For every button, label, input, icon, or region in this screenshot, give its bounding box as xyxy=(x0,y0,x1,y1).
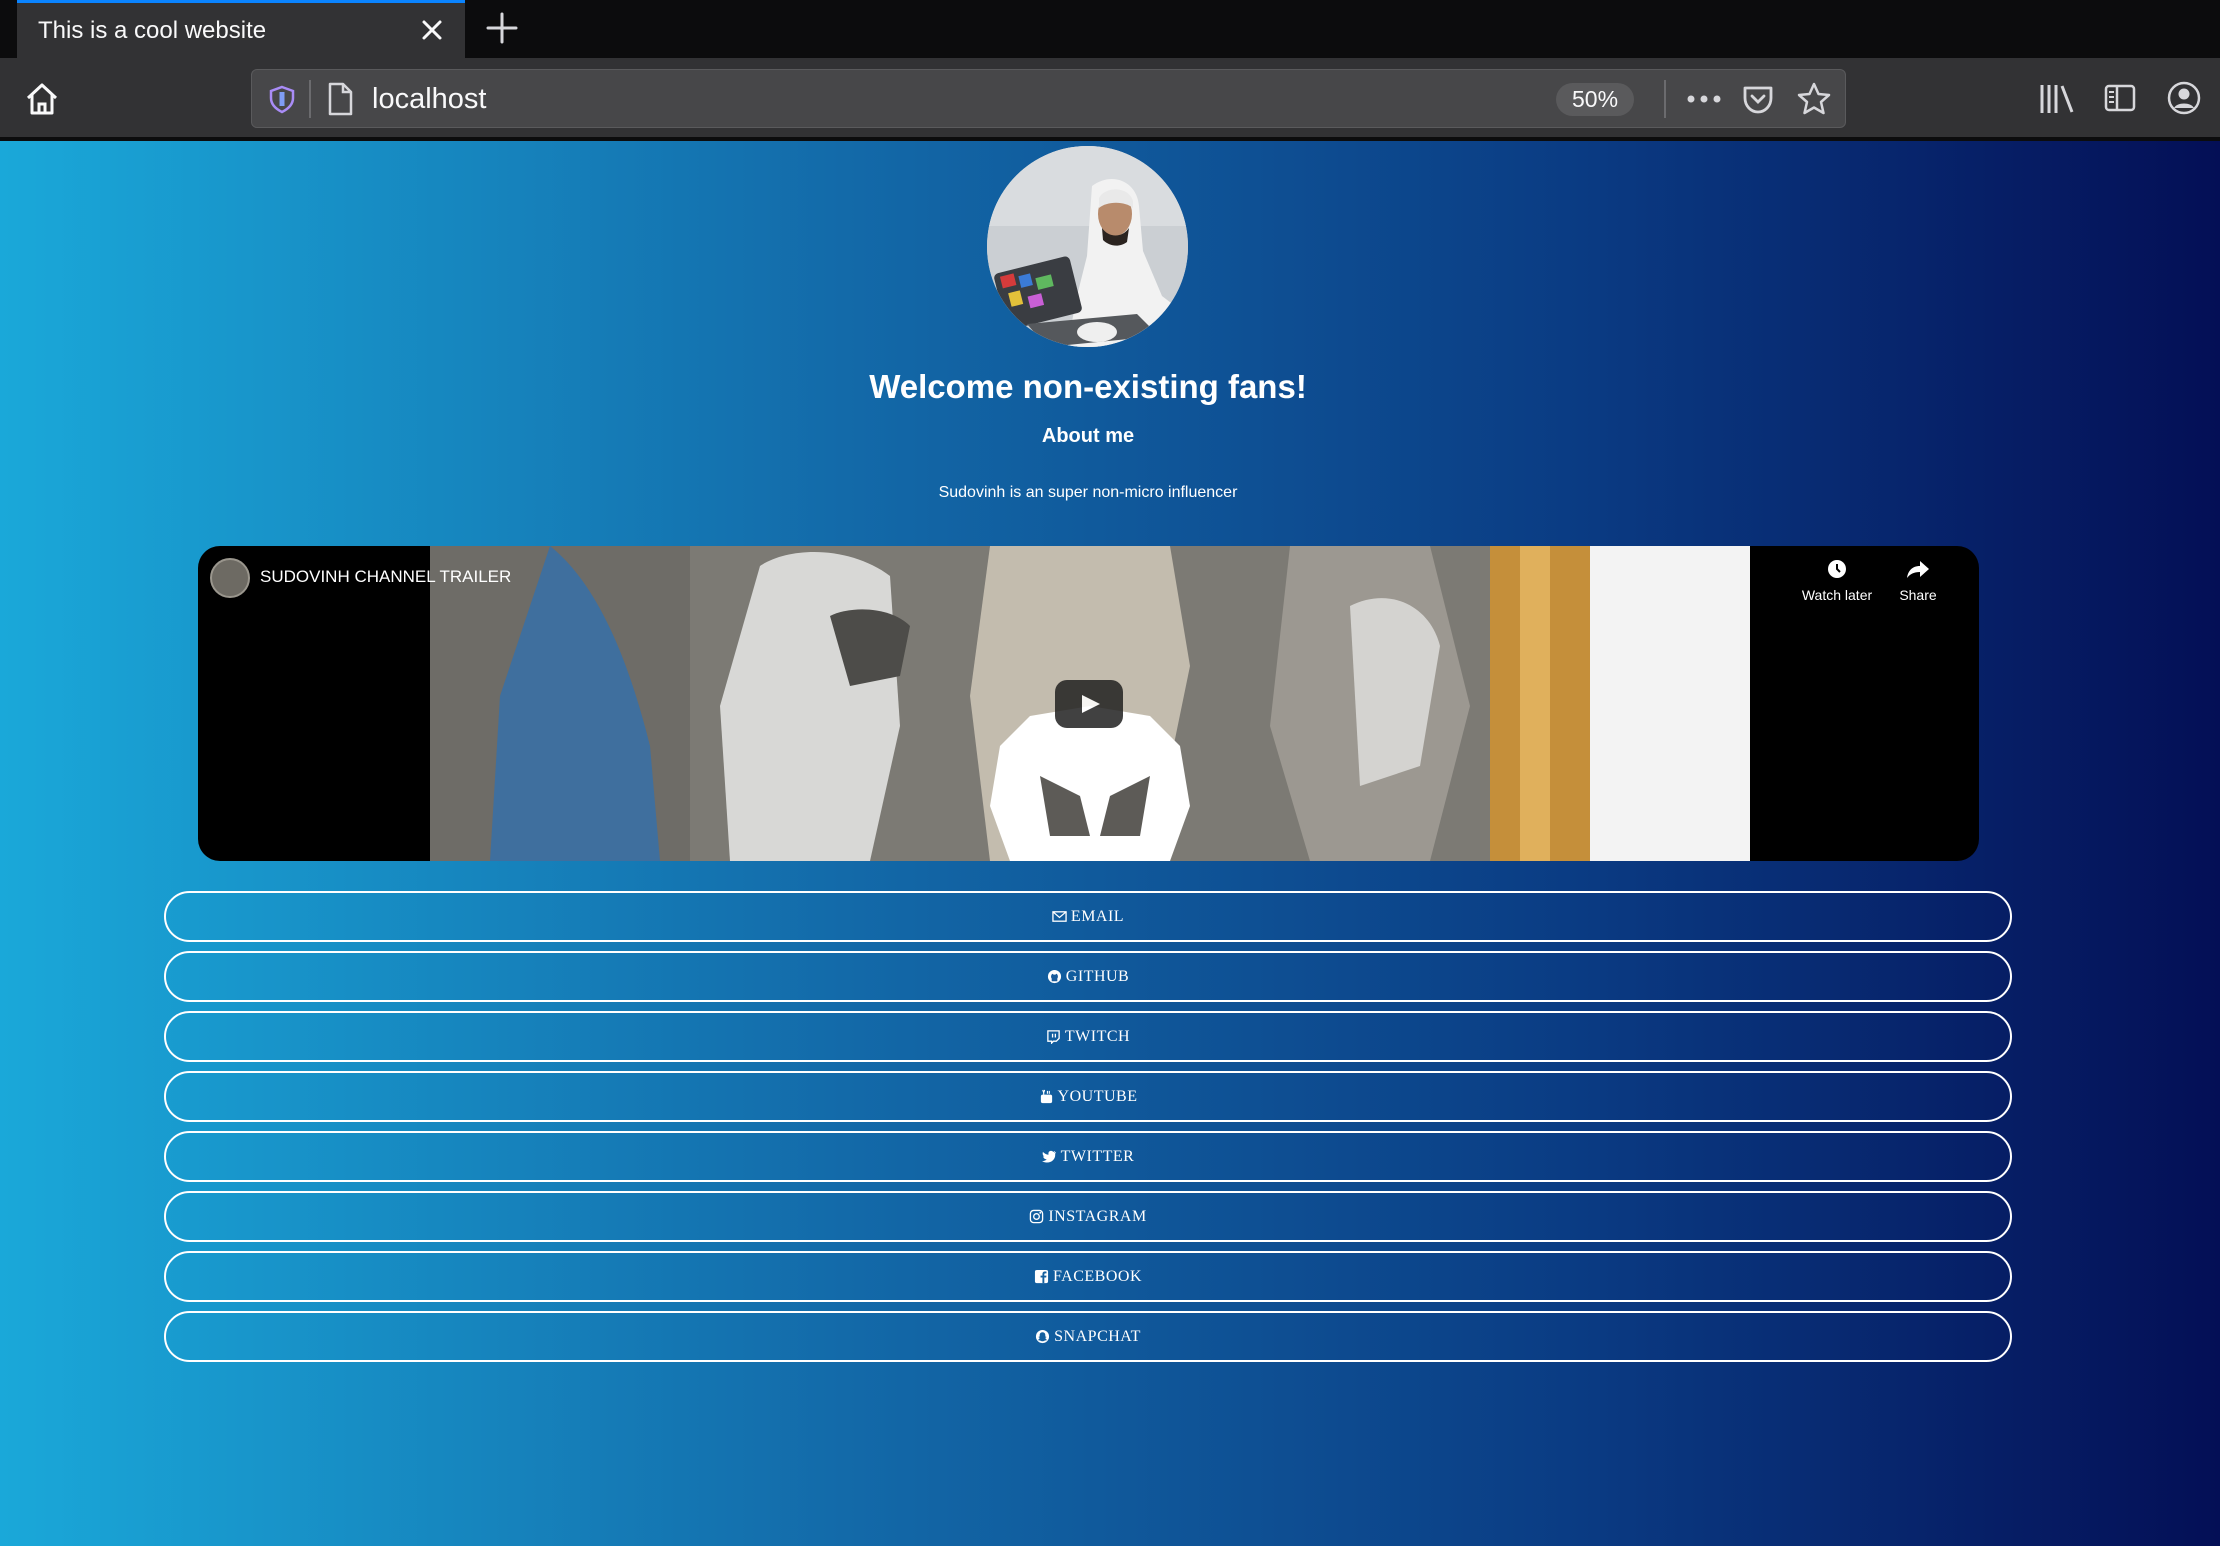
github-link-button[interactable]: GITHUB xyxy=(164,951,2012,1002)
youtube-link-button[interactable]: YOUTUBE xyxy=(164,1071,2012,1122)
youtube-icon xyxy=(1039,1089,1054,1104)
link-label: GITHUB xyxy=(1065,967,1130,985)
watch-later-button[interactable]: Watch later xyxy=(1797,558,1877,603)
address-bar-divider xyxy=(309,80,311,118)
active-tab[interactable]: This is a cool website xyxy=(17,0,465,58)
page-heading: Welcome non-existing fans! xyxy=(869,368,1307,405)
home-icon[interactable] xyxy=(22,79,62,119)
twitter-icon xyxy=(1041,1149,1057,1164)
account-icon[interactable] xyxy=(2166,80,2202,116)
instagram-icon xyxy=(1029,1209,1044,1224)
github-icon xyxy=(1047,969,1062,984)
clock-icon xyxy=(1828,560,1846,578)
sidebar-toggle-icon[interactable] xyxy=(2103,82,2137,114)
facebook-link-button[interactable]: FACEBOOK xyxy=(164,1251,2012,1302)
link-label: EMAIL xyxy=(1070,907,1125,925)
tab-bar: This is a cool website xyxy=(0,0,2220,58)
play-button[interactable] xyxy=(1055,680,1123,728)
email-link-button[interactable]: EMAIL xyxy=(164,891,2012,942)
twitch-link-button[interactable]: TWITCH xyxy=(164,1011,2012,1062)
link-label: TWITTER xyxy=(1060,1147,1135,1165)
link-label: FACEBOOK xyxy=(1052,1267,1143,1285)
twitter-link-button[interactable]: TWITTER xyxy=(164,1131,2012,1182)
profile-avatar xyxy=(987,146,1188,347)
navigation-toolbar: localhost 50% xyxy=(0,58,2220,139)
pocket-icon[interactable] xyxy=(1741,82,1775,116)
share-button[interactable]: Share xyxy=(1888,558,1948,603)
zoom-indicator[interactable]: 50% xyxy=(1556,83,1635,116)
close-tab-icon[interactable] xyxy=(417,15,447,45)
tab-title: This is a cool website xyxy=(38,16,267,44)
bio-text: Sudovinh is an super non-micro influence… xyxy=(938,484,1238,501)
address-bar-divider xyxy=(1664,80,1666,118)
address-bar[interactable]: localhost 50% xyxy=(251,69,1846,128)
bookmark-star-icon[interactable] xyxy=(1796,81,1832,117)
share-arrow-icon xyxy=(1907,561,1929,578)
library-icon[interactable] xyxy=(2038,81,2076,117)
snapchat-link-button[interactable]: SNAPCHAT xyxy=(164,1311,2012,1362)
channel-avatar[interactable] xyxy=(210,558,250,598)
tracking-shield-icon[interactable] xyxy=(267,84,297,114)
snapchat-icon xyxy=(1035,1329,1050,1344)
page-actions-icon[interactable] xyxy=(1684,84,1724,114)
link-label: SNAPCHAT xyxy=(1054,1327,1141,1345)
video-embed[interactable]: SUDOVINH CHANNEL TRAILER Watch later Sha… xyxy=(198,546,1979,861)
share-label: Share xyxy=(1899,587,1937,603)
link-label: TWITCH xyxy=(1064,1027,1131,1045)
twitch-icon xyxy=(1046,1029,1061,1044)
social-links-list: EMAIL GITHUB TWITCH YOUTUBE TWITTER INST… xyxy=(164,891,2012,1371)
url-text[interactable]: localhost xyxy=(372,83,486,116)
facebook-icon xyxy=(1034,1269,1049,1284)
page-content: Welcome non-existing fans! About me Sudo… xyxy=(0,141,2220,1546)
page-icon[interactable] xyxy=(325,82,355,116)
link-label: INSTAGRAM xyxy=(1048,1207,1147,1225)
video-title[interactable]: SUDOVINH CHANNEL TRAILER xyxy=(260,567,511,587)
about-title: About me xyxy=(1041,425,1135,447)
watch-later-label: Watch later xyxy=(1801,587,1873,603)
envelope-icon xyxy=(1052,909,1067,924)
link-label: YOUTUBE xyxy=(1057,1087,1138,1105)
new-tab-plus-icon[interactable] xyxy=(484,10,520,46)
instagram-link-button[interactable]: INSTAGRAM xyxy=(164,1191,2012,1242)
